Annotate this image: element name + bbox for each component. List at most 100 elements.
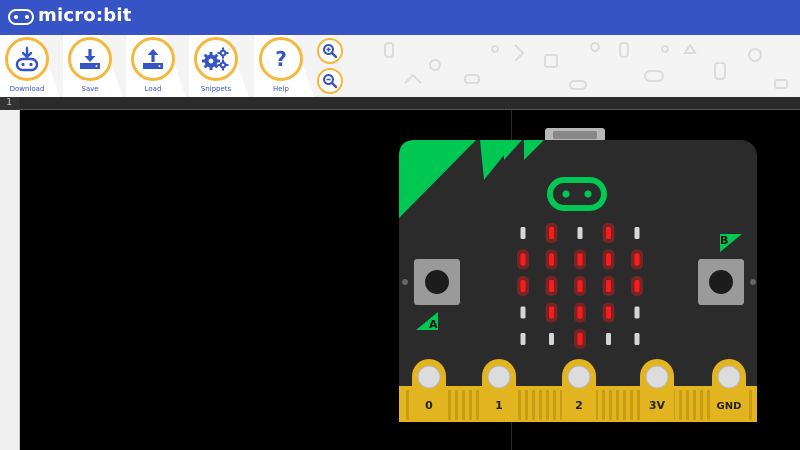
load-label: Load [144, 85, 162, 93]
edge-finger [455, 390, 458, 420]
upload-icon [143, 49, 163, 69]
led-off [606, 333, 611, 345]
pin-hole [567, 365, 591, 389]
help-label: Help [273, 85, 289, 93]
download-label: Download [9, 85, 45, 93]
save-icon-circle [68, 37, 112, 81]
save-icon [80, 49, 100, 69]
edge-finger [553, 390, 556, 420]
led-on [520, 253, 526, 266]
help-icon-circle: ? [259, 37, 303, 81]
line-number-cell: 1 [0, 97, 19, 110]
editor-gutter [0, 110, 20, 450]
pin-3v[interactable]: 3V [640, 359, 674, 422]
decorative-pattern [384, 42, 788, 90]
led-off [634, 227, 640, 239]
snippets-icon-circle [194, 37, 238, 81]
edge-finger [686, 390, 689, 420]
edge-finger [476, 390, 479, 420]
edge-finger [623, 390, 626, 420]
led-on [520, 280, 526, 292]
download-icon-circle [5, 37, 49, 81]
pin-label: 1 [495, 399, 503, 412]
led-on [606, 306, 611, 319]
edge-finger [406, 390, 409, 420]
led-on [634, 280, 640, 292]
edge-finger [707, 390, 710, 420]
logo-eye-right [584, 190, 592, 198]
button-b-knob [709, 270, 733, 294]
led-off [634, 306, 640, 319]
edge-finger [630, 390, 633, 420]
edge-finger [532, 390, 535, 420]
button-a-pad [402, 279, 408, 285]
edge-finger [448, 390, 451, 420]
load-icon-circle [131, 37, 175, 81]
edge-finger [616, 390, 619, 420]
edge-finger [637, 390, 640, 420]
edge-finger [469, 390, 472, 420]
edge-finger [518, 390, 521, 420]
pin-label: 2 [575, 399, 583, 412]
led-on [606, 280, 611, 292]
pin-hole [417, 365, 441, 389]
load-button[interactable]: Load [126, 35, 186, 97]
edge-finger [679, 390, 682, 420]
edge-finger [700, 390, 703, 420]
led-off [634, 333, 640, 345]
logo-eye-left [562, 190, 570, 198]
pin-hole [717, 365, 741, 389]
app-title: micro:bit [38, 5, 132, 26]
pin-1[interactable]: 1 [482, 359, 516, 422]
save-label: Save [81, 85, 99, 93]
led-on [634, 253, 640, 266]
led-on [549, 227, 554, 239]
pin-label: GND [717, 401, 742, 412]
led-on [577, 253, 583, 266]
edge-finger [546, 390, 549, 420]
save-button[interactable]: Save [63, 35, 123, 97]
edge-finger [462, 390, 465, 420]
pin-hole [645, 365, 669, 389]
button-b-label: B [720, 234, 728, 247]
title-bar: micro:bit [0, 0, 800, 35]
toolbar: Download Save Load Snippets ? Help [0, 35, 800, 97]
pin-2[interactable]: 2 [562, 359, 596, 422]
usb-download-icon [15, 46, 39, 72]
snippets-label: Snippets [200, 85, 232, 93]
led-on [549, 253, 554, 266]
help-icon: ? [275, 47, 287, 71]
usb-connector-inner [553, 131, 597, 139]
help-button[interactable]: ? Help [254, 35, 314, 97]
microbit-board: A B 0 1 2 3V GND [399, 128, 757, 422]
zoom-out-icon [323, 74, 338, 89]
button-a-knob [425, 270, 449, 294]
led-on [577, 280, 583, 292]
zoom-in-icon [323, 44, 338, 59]
pin-gnd[interactable]: GND [712, 359, 746, 422]
led-off [520, 333, 526, 345]
button-a-label: A [429, 318, 438, 331]
button-b-pad [750, 279, 756, 285]
edge-finger [693, 390, 696, 420]
led-on [549, 280, 554, 292]
led-off [577, 227, 583, 239]
led-off [520, 306, 526, 319]
microbit-logo-icon [8, 9, 34, 25]
pin-0[interactable]: 0 [412, 359, 446, 422]
zoom-out-button[interactable] [317, 68, 343, 94]
toolbar-pattern [345, 35, 800, 97]
led-on [577, 306, 583, 319]
editor-ruler [0, 97, 800, 110]
pin-label: 0 [425, 399, 433, 412]
led-off [549, 333, 554, 345]
download-button[interactable]: Download [0, 35, 60, 97]
pin-hole [487, 365, 511, 389]
led-on [577, 333, 583, 345]
snippets-button[interactable]: Snippets [189, 35, 249, 97]
edge-finger [749, 390, 752, 420]
zoom-in-button[interactable] [317, 38, 343, 64]
led-on [549, 306, 554, 319]
line-number: 1 [6, 97, 13, 108]
pin-label: 3V [649, 399, 666, 412]
